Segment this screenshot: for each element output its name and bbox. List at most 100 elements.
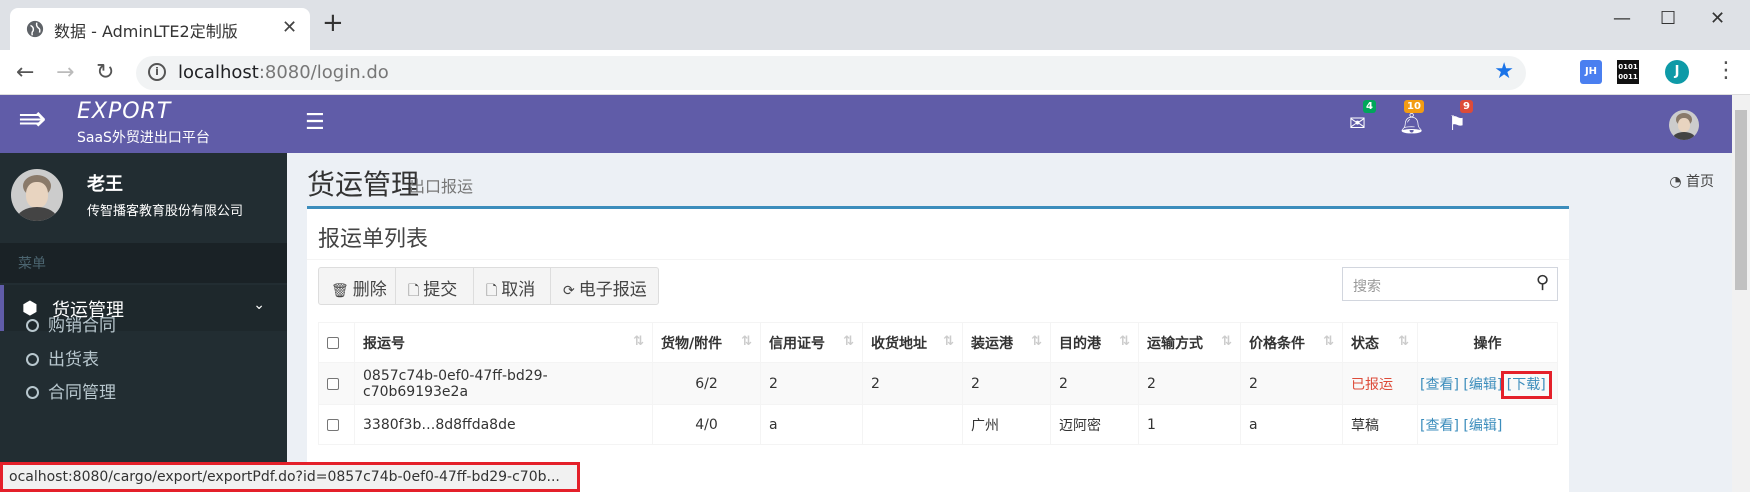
- export-table: 报运号 ⇅ 货物/附件 ⇅ 信用证号 ⇅ 收货地址 ⇅ 装运港 ⇅ 目的港 ⇅ 运输方式 ⇅ …: [318, 322, 1558, 445]
- extension-binary-icon[interactable]: 0101 0011: [1617, 60, 1639, 84]
- tab-title: 数据 - AdminLTE2定制版: [54, 22, 238, 41]
- browser-menu-icon[interactable]: ⋮: [1715, 58, 1737, 83]
- flag-badge: 9: [1460, 100, 1473, 113]
- logo-subtitle: SaaS外贸进出口平台: [77, 130, 210, 146]
- view-link[interactable]: [查看]: [1420, 418, 1459, 434]
- col-header[interactable]: 状态 ⇅: [1342, 322, 1418, 363]
- globe-icon: [26, 20, 44, 38]
- refresh-icon: ⟳: [563, 283, 575, 299]
- cell-goods: 4/0: [652, 404, 761, 445]
- table-row: 3380f3b…8d8ffda8de 4/0 a 广州 迈阿密 1 a 草稿 […: [318, 404, 1558, 445]
- cell-address: 2: [862, 362, 963, 405]
- table-row: 0857c74b-0ef0-47ff-bd29-c70b69193e2a 6/2…: [318, 362, 1558, 405]
- sidebar-item-shipment-list[interactable]: 出货表: [26, 345, 99, 379]
- flag-icon[interactable]: ⚑: [1448, 111, 1466, 135]
- logo[interactable]: ⇛ EXPORT SaaS外贸进出口平台: [0, 95, 287, 153]
- col-header[interactable]: 报运号 ⇅: [354, 322, 653, 363]
- col-header[interactable]: 价格条件 ⇅: [1240, 322, 1343, 363]
- sidebar-item-contract-management[interactable]: 合同管理: [26, 378, 116, 412]
- cancel-button[interactable]: 🗋 取消: [474, 268, 551, 304]
- cell-export-no: 3380f3b…8d8ffda8de: [354, 404, 653, 445]
- close-tab-icon[interactable]: ✕: [282, 17, 297, 38]
- window-close-icon[interactable]: ✕: [1710, 8, 1725, 29]
- url-input[interactable]: i localhost:8080/login.do ★: [136, 56, 1526, 90]
- select-all-checkbox-cell: [318, 322, 355, 363]
- cell-port: 广州: [962, 404, 1051, 445]
- trash-icon: 🗑︎: [331, 283, 349, 299]
- download-link[interactable]: [下载]: [1500, 370, 1552, 399]
- info-icon[interactable]: i: [148, 63, 166, 81]
- view-link[interactable]: [查看]: [1420, 377, 1459, 393]
- menu-toggle-icon[interactable]: ☰: [305, 110, 325, 135]
- status-badge: 草稿: [1342, 404, 1418, 445]
- user-avatar: [11, 169, 63, 221]
- maximize-icon[interactable]: ☐: [1660, 8, 1676, 29]
- delete-button[interactable]: 🗑︎ 删除: [319, 268, 396, 304]
- scrollbar-thumb[interactable]: [1735, 110, 1747, 290]
- chevron-down-icon: ⌄: [253, 297, 265, 313]
- cell-actions: [查看] [编辑]: [1417, 404, 1558, 445]
- forward-icon[interactable]: →: [56, 60, 74, 85]
- back-icon[interactable]: ←: [16, 60, 34, 85]
- cell-lc: a: [760, 404, 863, 445]
- user-company: 传智播客教育股份有限公司: [87, 204, 244, 219]
- row-checkbox[interactable]: [327, 418, 339, 431]
- page-subtitle: 出口报运: [409, 177, 474, 196]
- bell-icon[interactable]: 🔔︎: [1399, 111, 1424, 135]
- extension-jh-icon[interactable]: JH: [1580, 60, 1602, 84]
- circle-icon: [26, 353, 39, 366]
- cell-transport: 2: [1138, 362, 1241, 405]
- breadcrumb[interactable]: ◔ 首页: [1669, 171, 1714, 191]
- box-title: 报运单列表: [318, 227, 429, 252]
- cell-address: [862, 404, 963, 445]
- browser-tab-bar: 数据 - AdminLTE2定制版 ✕ + — ☐ ✕: [0, 0, 1750, 50]
- reload-icon[interactable]: ↻: [96, 60, 114, 85]
- logo-arrows-icon: ⇛: [18, 99, 47, 139]
- top-navbar: ☰ ✉ 4 🔔︎ 10 ⚑ 9: [287, 95, 1732, 153]
- user-name: 老王: [87, 174, 123, 195]
- navbar-user-avatar[interactable]: [1669, 110, 1699, 140]
- circle-icon: [26, 319, 39, 332]
- col-header[interactable]: 装运港 ⇅: [962, 322, 1051, 363]
- user-panel: 老王 传智播客教育股份有限公司: [0, 153, 287, 243]
- profile-avatar[interactable]: J: [1665, 60, 1689, 84]
- new-tab-button[interactable]: +: [322, 10, 344, 36]
- sidebar-item-purchase-contract[interactable]: 购销合同: [26, 311, 116, 345]
- col-header[interactable]: 信用证号 ⇅: [760, 322, 863, 363]
- search-icon[interactable]: ⚲: [1536, 272, 1549, 293]
- search-input[interactable]: 搜索 ⚲: [1342, 267, 1558, 301]
- col-header[interactable]: 货物/附件 ⇅: [652, 322, 761, 363]
- table-header-row: 报运号 ⇅ 货物/附件 ⇅ 信用证号 ⇅ 收货地址 ⇅ 装运港 ⇅ 目的港 ⇅ 运输方式 ⇅ …: [318, 322, 1558, 363]
- bell-badge: 10: [1404, 100, 1424, 113]
- minimize-icon[interactable]: —: [1613, 8, 1631, 29]
- circle-icon: [26, 386, 39, 399]
- list-box: 报运单列表 🗑︎ 删除 🗋 提交 🗋 取消 ⟳ 电子报运 搜索 ⚲ 报运号 ⇅ 货物/附件…: [307, 206, 1569, 496]
- bookmark-star-icon[interactable]: ★: [1494, 59, 1514, 84]
- divider: [307, 259, 1569, 260]
- cell-dest: 迈阿密: [1050, 404, 1139, 445]
- submit-button[interactable]: 🗋 提交: [396, 268, 474, 304]
- col-header[interactable]: 目的港 ⇅: [1050, 322, 1139, 363]
- e-declare-button[interactable]: ⟳ 电子报运: [551, 268, 659, 304]
- col-header[interactable]: 收货地址 ⇅: [862, 322, 963, 363]
- mail-icon[interactable]: ✉: [1349, 111, 1366, 135]
- sort-icon: ⇅: [943, 334, 954, 349]
- sort-icon: ⇅: [633, 334, 644, 349]
- browser-tab[interactable]: 数据 - AdminLTE2定制版 ✕: [10, 8, 310, 50]
- status-bar-url: ocalhost:8080/cargo/export/exportPdf.do?…: [0, 462, 580, 492]
- edit-link[interactable]: [编辑]: [1463, 418, 1502, 434]
- select-all-checkbox[interactable]: [327, 336, 339, 349]
- sort-icon: ⇅: [1323, 334, 1334, 349]
- file-icon: 🗋: [408, 283, 420, 299]
- cell-goods: 6/2: [652, 362, 761, 405]
- cell-dest: 2: [1050, 362, 1139, 405]
- col-header[interactable]: 运输方式 ⇅: [1138, 322, 1241, 363]
- cell-actions: [查看] [编辑] [下载]: [1417, 362, 1558, 405]
- sort-icon: ⇅: [741, 334, 752, 349]
- logo-brand: EXPORT: [77, 99, 172, 124]
- row-checkbox[interactable]: [327, 377, 339, 390]
- cell-price: 2: [1240, 362, 1343, 405]
- sort-icon: ⇅: [1221, 334, 1232, 349]
- url-text: localhost:8080/login.do: [178, 62, 389, 83]
- edit-link[interactable]: [编辑]: [1463, 377, 1502, 393]
